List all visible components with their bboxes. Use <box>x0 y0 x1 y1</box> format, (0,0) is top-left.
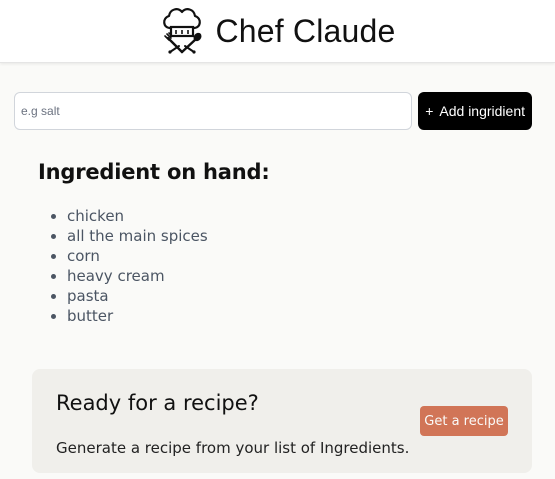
recipe-card-description: Generate a recipe from your list of Ingr… <box>56 439 410 457</box>
ingredient-list: chicken all the main spices corn heavy c… <box>38 206 518 326</box>
app-header: Chef Claude <box>0 0 555 63</box>
ingredient-input[interactable] <box>14 92 413 130</box>
ingredients-section: Ingredient on hand: chicken all the main… <box>38 160 518 326</box>
add-ingredient-button[interactable]: + Add ingridient <box>418 92 532 130</box>
get-recipe-card: Ready for a recipe? Generate a recipe fr… <box>32 369 532 473</box>
plus-icon: + <box>425 103 434 119</box>
ingredient-item: heavy cream <box>67 266 518 286</box>
ingredient-item: chicken <box>67 206 518 226</box>
ingredient-item: pasta <box>67 286 518 306</box>
ingredient-item: all the main spices <box>67 226 518 246</box>
chef-hat-icon <box>159 5 205 57</box>
ingredient-item: corn <box>67 246 518 266</box>
app-title: Chef Claude <box>215 12 396 49</box>
ingredient-item: butter <box>67 306 518 326</box>
get-recipe-button[interactable]: Get a recipe <box>420 406 508 436</box>
recipe-card-heading: Ready for a recipe? <box>56 391 259 415</box>
add-ingredient-button-label: Add ingridient <box>439 103 526 119</box>
ingredients-heading: Ingredient on hand: <box>38 160 270 184</box>
add-ingredient-form: + Add ingridient <box>14 92 532 130</box>
